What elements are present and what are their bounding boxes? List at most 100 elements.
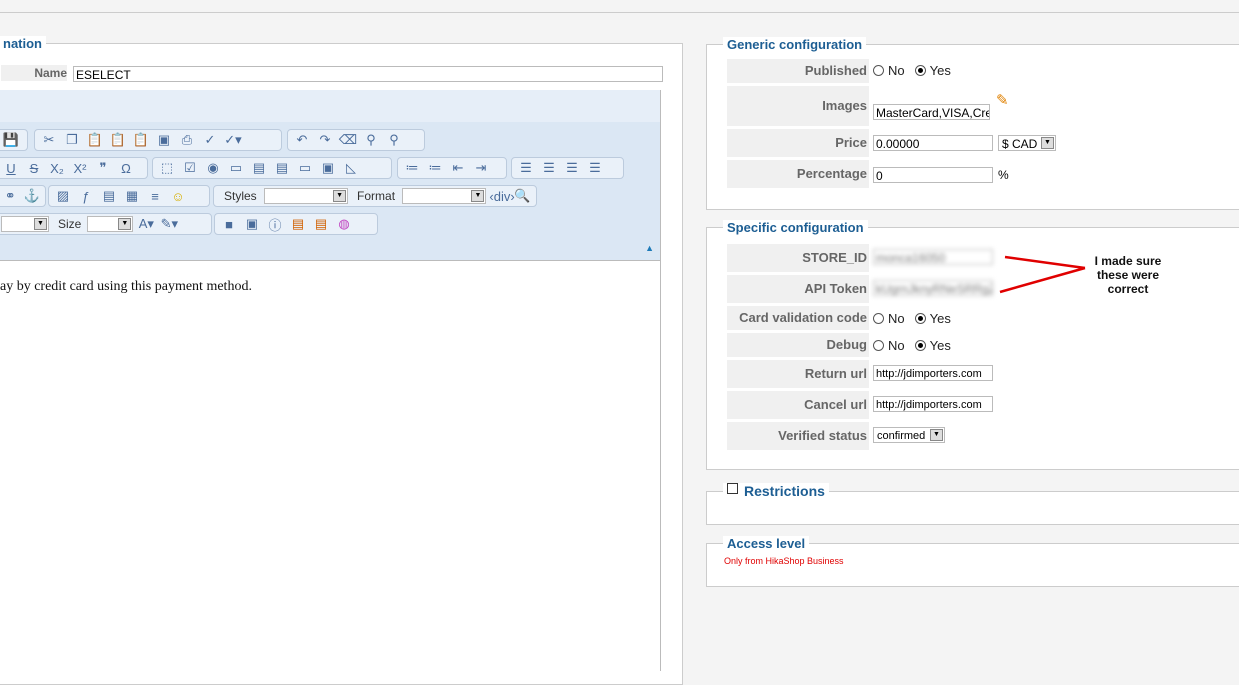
replace-icon[interactable]: ⚲ (384, 132, 404, 148)
access-level-fieldset: Access level Only from HikaShop Business (706, 536, 1239, 587)
justify-icon[interactable]: ☰ (585, 160, 605, 176)
textarea-icon[interactable]: ▤ (249, 160, 269, 176)
form-icon[interactable]: ⬚ (157, 160, 177, 176)
numbered-list-icon[interactable]: ≔ (402, 160, 422, 176)
bullet-list-icon[interactable]: ≔ (425, 160, 445, 176)
cvc-label: Card validation code (727, 306, 869, 330)
image-icon[interactable]: ▨ (53, 188, 73, 204)
ppt-icon[interactable]: ▤ (288, 216, 308, 232)
doc-icon[interactable]: ▤ (311, 216, 331, 232)
cvc-radio[interactable]: No Yes (869, 311, 957, 326)
info-icon[interactable]: ⓘ (265, 215, 285, 234)
paste-icon[interactable]: 📋 (85, 132, 105, 148)
price-input[interactable]: 0.00000 (873, 135, 993, 151)
redo-icon[interactable]: ↷ (315, 132, 335, 148)
text-color-icon[interactable]: A▾ (136, 216, 156, 232)
store-id-label: STORE_ID (727, 244, 869, 272)
api-token-input[interactable]: kUgrnJknyRNeSRRgZ (873, 280, 993, 296)
currency-select[interactable]: $ CAD ▼ (998, 135, 1056, 151)
size-select[interactable]: ▼ (87, 216, 134, 232)
align-right-icon[interactable]: ☰ (562, 160, 582, 176)
font-select[interactable]: ▼ (1, 216, 49, 232)
information-legend: nation (0, 36, 46, 51)
maximize-icon[interactable]: ■ (219, 217, 239, 232)
store-id-input[interactable]: monca16050 (873, 249, 993, 265)
select-icon[interactable]: ▤ (272, 160, 292, 176)
verified-status-label: Verified status (727, 422, 869, 450)
spellcheck-dropdown-icon[interactable]: ✓▾ (223, 132, 243, 148)
underline-icon[interactable]: U (1, 161, 21, 176)
find-icon[interactable]: ⚲ (361, 132, 381, 148)
generic-config-fieldset: Generic configuration Published No Yes Im… (706, 37, 1239, 210)
print-icon[interactable]: ⎙ (177, 132, 197, 148)
table-icon[interactable]: ▦ (122, 188, 142, 204)
top-band (0, 0, 1239, 13)
debug-yes-radio[interactable] (914, 340, 926, 352)
styles-select[interactable]: ▼ (263, 188, 349, 204)
editor-collapse-bar: ▲ (0, 240, 660, 261)
percentage-input[interactable]: 0 (873, 167, 993, 183)
name-input[interactable]: ESELECT (73, 66, 663, 82)
preview-icon[interactable]: 🔍 (512, 188, 532, 204)
published-label: Published (727, 59, 869, 83)
return-url-label: Return url (727, 360, 869, 388)
format-select[interactable]: ▼ (402, 188, 487, 204)
superscript-icon[interactable]: X² (70, 161, 90, 176)
unlink-icon[interactable]: ⚭ (1, 188, 20, 204)
spellcheck-icon[interactable]: ✓ (200, 132, 220, 148)
annotation-arrow (999, 255, 1086, 294)
paste-text-icon[interactable]: 📋 (108, 132, 128, 148)
verified-status-select[interactable]: confirmed ▼ (873, 427, 945, 443)
cvc-no-radio[interactable] (873, 313, 884, 325)
cancel-url-input[interactable]: http://jdimporters.com (873, 396, 993, 412)
anchor-icon[interactable]: ⚓ (23, 188, 42, 204)
align-center-icon[interactable]: ☰ (539, 160, 559, 176)
hidden-field-icon[interactable]: ◺ (341, 160, 361, 176)
editor-content[interactable]: ay by credit card using this payment met… (0, 261, 660, 295)
published-no-radio[interactable] (873, 65, 884, 77)
checkbox-icon[interactable]: ☑ (180, 160, 200, 176)
outdent-icon[interactable]: ⇤ (448, 160, 468, 176)
cut-icon[interactable]: ✂ (39, 132, 59, 148)
horizontal-rule-icon[interactable]: ≡ (145, 189, 165, 204)
return-url-input[interactable]: http://jdimporters.com (873, 365, 993, 381)
editor-header (0, 90, 660, 122)
paste-word-icon[interactable]: 📋 (131, 132, 151, 148)
radio-icon[interactable]: ◉ (203, 160, 223, 176)
format-label: Format (357, 189, 396, 203)
bg-color-icon[interactable]: ✎▾ (159, 216, 179, 232)
template-icon[interactable]: ▣ (242, 216, 262, 232)
published-yes-radio[interactable] (914, 65, 926, 77)
flash-icon[interactable]: ƒ (76, 189, 96, 204)
align-left-icon[interactable]: ☰ (516, 160, 536, 176)
page-icon[interactable]: ▤ (99, 188, 119, 204)
blockquote-icon[interactable]: ❞ (93, 160, 113, 176)
color-wheel-icon[interactable]: ◍ (334, 216, 354, 232)
undo-icon[interactable]: ↶ (292, 132, 312, 148)
debug-radio[interactable]: No Yes (869, 338, 957, 353)
show-blocks-icon[interactable]: ‹div› (489, 189, 514, 204)
button-icon[interactable]: ▭ (295, 160, 315, 176)
size-label: Size (58, 217, 82, 231)
name-label: Name (1, 65, 67, 81)
subscript-icon[interactable]: X₂ (47, 161, 67, 176)
copy-icon[interactable]: ❐ (62, 132, 82, 148)
smiley-icon[interactable]: ☺ (168, 189, 188, 204)
images-input[interactable]: MasterCard,VISA,Credit_ (873, 104, 990, 120)
edit-images-icon[interactable]: ✎ (996, 91, 1009, 109)
eraser-icon[interactable]: ⌫ (338, 132, 358, 148)
published-radio[interactable]: No Yes (869, 63, 957, 78)
restrictions-legend[interactable]: Restrictions (723, 483, 829, 499)
textfield-icon[interactable]: ▭ (226, 160, 246, 176)
select-all-icon[interactable]: ▣ (154, 132, 174, 148)
cvc-yes-radio[interactable] (914, 313, 926, 325)
restrictions-checkbox[interactable] (727, 483, 738, 494)
imagebutton-icon[interactable]: ▣ (318, 160, 338, 176)
indent-icon[interactable]: ⇥ (471, 160, 491, 176)
cancel-url-label: Cancel url (727, 391, 869, 419)
collapse-toolbar-icon[interactable]: ▲ (645, 243, 654, 253)
special-char-icon[interactable]: Ω (116, 161, 136, 176)
save-icon[interactable]: 💾 (1, 132, 21, 148)
debug-no-radio[interactable] (873, 340, 884, 352)
strike-icon[interactable]: S (24, 161, 44, 176)
